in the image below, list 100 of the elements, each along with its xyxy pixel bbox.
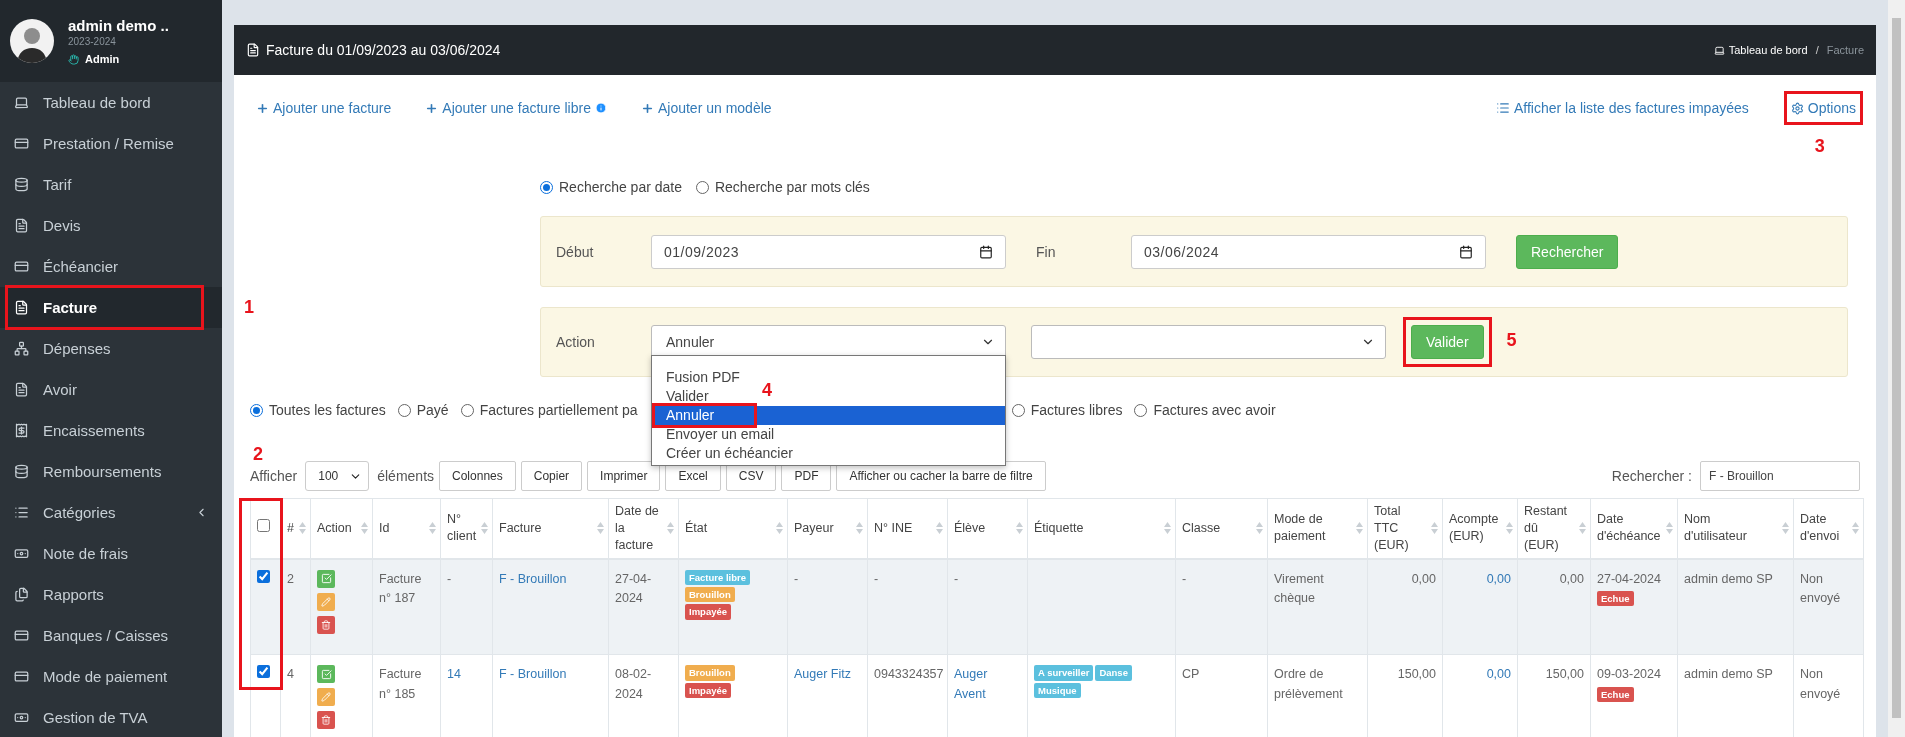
- column-header[interactable]: Action: [317, 519, 354, 537]
- status-tag: Danse: [1095, 665, 1132, 681]
- calendar-icon: [1459, 244, 1473, 259]
- page-size-select[interactable]: 100: [305, 461, 370, 491]
- menu-option[interactable]: Annuler: [652, 406, 1005, 425]
- column-header[interactable]: Id: [379, 519, 422, 537]
- menu-option[interactable]: Envoyer un email: [652, 425, 789, 444]
- menu-icon: [14, 423, 29, 438]
- sort-icon: [936, 522, 943, 535]
- sort-icon: [1256, 522, 1263, 535]
- sidebar-item[interactable]: Gestion de TVA: [0, 697, 222, 737]
- sort-icon: [1506, 522, 1513, 535]
- menu-icon: [14, 505, 29, 520]
- menu-icon: [14, 259, 29, 274]
- table-cell[interactable]: F - Brouillon: [492, 558, 609, 655]
- sidebar-item[interactable]: Tableau de bord: [0, 82, 222, 123]
- laptop-icon: [1713, 44, 1725, 56]
- sidebar-item[interactable]: Note de frais: [0, 533, 222, 574]
- unpaid-list-link[interactable]: Afficher la liste des factures impayées: [1490, 96, 1755, 120]
- menu-icon: [14, 95, 29, 110]
- sidebar-item[interactable]: Rapports: [0, 574, 222, 615]
- menu-option[interactable]: Créer un échéancier: [652, 444, 807, 463]
- breadcrumb-link[interactable]: Tableau de bord: [1713, 44, 1808, 56]
- sidebar-item[interactable]: Catégories: [0, 492, 222, 533]
- list-icon: [1496, 101, 1510, 115]
- school-year: 2023-2024: [68, 36, 117, 47]
- menu-option[interactable]: Fusion PDF: [652, 368, 754, 387]
- radio-option[interactable]: Payé: [397, 402, 449, 418]
- plus-icon: [256, 101, 269, 115]
- page-title-text: Facture du 01/09/2023 au 03/06/2024: [266, 42, 501, 58]
- sort-icon: [1666, 522, 1673, 535]
- menu-option[interactable]: Valider: [652, 387, 723, 406]
- export-button[interactable]: Imprimer: [587, 461, 661, 491]
- radio-option[interactable]: Factures avec avoir: [1134, 402, 1276, 418]
- radio-option[interactable]: Toutes les factures: [250, 402, 386, 418]
- date-field[interactable]: 03/06/2024: [1131, 234, 1486, 269]
- sort-icon: [361, 522, 368, 535]
- step-number: 3: [1814, 136, 1825, 157]
- menu-icon: [14, 382, 29, 397]
- table-cell: 0,00: [1367, 558, 1443, 655]
- table-cell[interactable]: 0,00: [1442, 558, 1518, 655]
- status-tag: Brouillon: [685, 587, 735, 603]
- menu-icon: [14, 300, 29, 315]
- hand-icon: [68, 53, 79, 65]
- sidebar-item[interactable]: Tarif: [0, 164, 222, 205]
- breadcrumb-link[interactable]: Facture: [1826, 44, 1864, 56]
- sort-icon: [667, 522, 674, 535]
- table-cell: admin demo SP: [1677, 558, 1794, 655]
- sidebar-item[interactable]: Remboursements: [0, 451, 222, 492]
- user-role: Admin: [85, 53, 120, 65]
- sidebar-item[interactable]: Mode de paiement: [0, 656, 222, 697]
- menu-icon: [14, 587, 29, 602]
- scrollbar[interactable]: [1888, 0, 1905, 737]
- sidebar-item[interactable]: Échéancier: [0, 246, 222, 287]
- column-header[interactable]: #: [287, 519, 292, 537]
- table-cell: -: [787, 558, 868, 655]
- plus-icon: [425, 101, 439, 115]
- sidebar-item[interactable]: Prestation / Remise: [0, 123, 222, 164]
- status-tag: Brouillon: [685, 665, 735, 681]
- sort-icon: [481, 522, 488, 535]
- status-tag: Impayée: [685, 604, 732, 620]
- sidebar-item[interactable]: Devis: [0, 205, 222, 246]
- sidebar-item[interactable]: Banques / Caisses: [0, 615, 222, 656]
- search-field[interactable]: F - Brouillon: [1700, 461, 1860, 491]
- menu-icon: [14, 136, 29, 151]
- calendar-icon: [979, 244, 993, 259]
- add-link[interactable]: Ajouter une facture libre: [419, 96, 613, 120]
- length-label: Afficher: [250, 468, 298, 484]
- radio-option[interactable]: Recherche par date: [540, 179, 682, 195]
- sidebar-item[interactable]: Dépenses: [0, 328, 222, 369]
- table-cell: 0,00: [1517, 558, 1591, 655]
- row-checkbox[interactable]: [257, 665, 270, 679]
- delete-icon[interactable]: [317, 711, 335, 730]
- search-label: Rechercher :: [1611, 468, 1692, 484]
- sidebar-item[interactable]: Avoir: [0, 369, 222, 410]
- sort-icon: [1579, 522, 1586, 535]
- sort-icon: [597, 522, 604, 535]
- length-label: éléments: [377, 468, 435, 484]
- delete-icon[interactable]: [317, 615, 335, 634]
- due-date: 09-03-2024: [1597, 666, 1662, 684]
- menu-icon: [14, 669, 29, 684]
- select-all-checkbox[interactable]: [257, 519, 270, 533]
- menu-icon: [14, 218, 29, 233]
- radio-option[interactable]: Factures partiellement pa: [460, 402, 638, 418]
- validate-icon[interactable]: [317, 665, 335, 684]
- export-button[interactable]: Copier: [520, 461, 583, 491]
- add-link[interactable]: Ajouter un modèle: [634, 96, 778, 120]
- export-button[interactable]: Colonnes: [439, 461, 516, 491]
- table-cell: -: [947, 558, 1028, 655]
- radio-option[interactable]: Recherche par mots clés: [695, 179, 870, 195]
- step-number: 2: [253, 444, 263, 465]
- row-checkbox[interactable]: [257, 569, 270, 583]
- sidebar-item[interactable]: Encaissements: [0, 410, 222, 451]
- overdue-tag: Echue: [1597, 686, 1634, 702]
- sort-icon: [776, 522, 783, 535]
- step-number: 4: [762, 380, 772, 401]
- add-link[interactable]: Ajouter une facture: [250, 96, 398, 120]
- field-label: Fin: [1036, 243, 1057, 260]
- date-field[interactable]: 01/09/2023: [651, 234, 1006, 269]
- radio-option[interactable]: Factures libres: [1011, 402, 1123, 418]
